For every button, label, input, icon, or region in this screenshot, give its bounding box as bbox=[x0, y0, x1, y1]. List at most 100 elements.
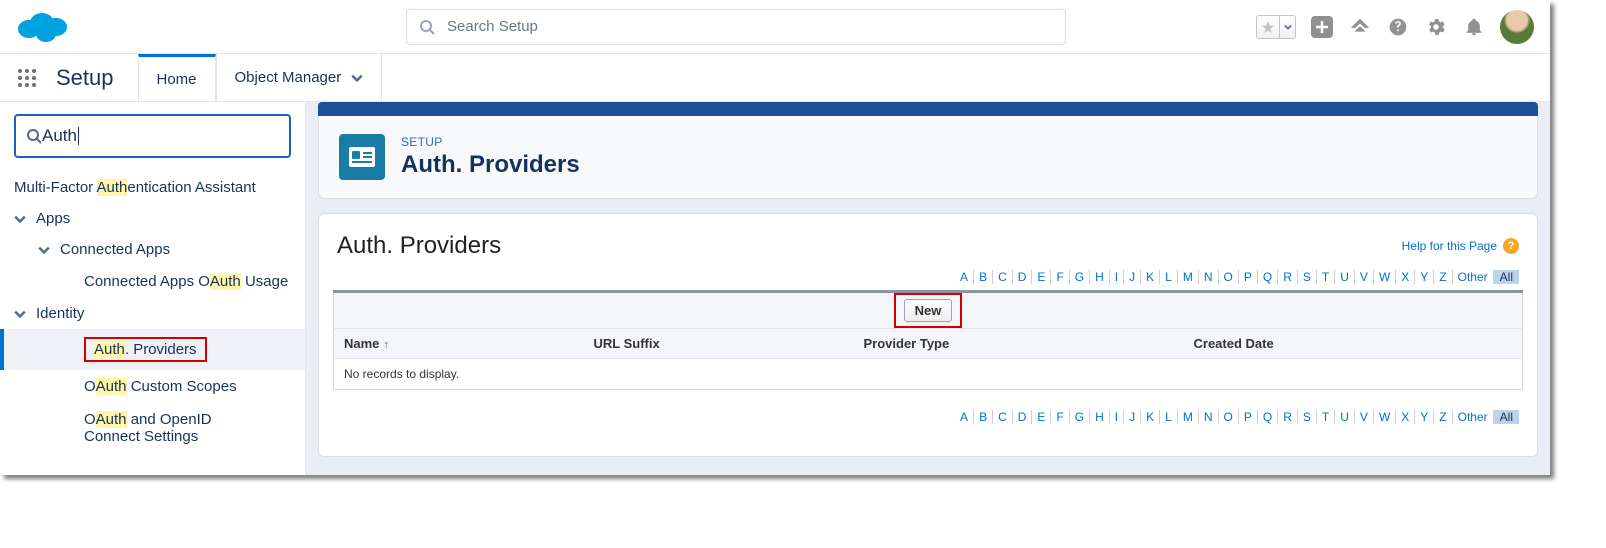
app-launcher-icon[interactable] bbox=[12, 54, 42, 101]
alpha-filter-y[interactable]: Y bbox=[1415, 410, 1434, 424]
tab-home[interactable]: Home bbox=[138, 54, 216, 101]
alpha-filter-g[interactable]: G bbox=[1070, 410, 1090, 424]
column-header-provider-type[interactable]: Provider Type bbox=[854, 329, 1184, 359]
chevron-down-icon bbox=[1284, 23, 1292, 31]
alpha-filter-z[interactable]: Z bbox=[1434, 270, 1452, 284]
alpha-filter-u[interactable]: U bbox=[1335, 410, 1355, 424]
alpha-filter-l[interactable]: L bbox=[1160, 410, 1178, 424]
sidebar-group-identity[interactable]: Identity bbox=[0, 298, 305, 329]
alpha-filter-d[interactable]: D bbox=[1013, 270, 1033, 284]
tab-object-manager[interactable]: Object Manager bbox=[216, 54, 383, 101]
column-header-url-suffix[interactable]: URL Suffix bbox=[584, 329, 854, 359]
alpha-filter-e[interactable]: E bbox=[1032, 270, 1051, 284]
alpha-filter-l[interactable]: L bbox=[1160, 270, 1178, 284]
alpha-filter-s[interactable]: S bbox=[1298, 410, 1317, 424]
alpha-filter-p[interactable]: P bbox=[1239, 410, 1258, 424]
salesforce-logo bbox=[16, 9, 68, 45]
alpha-filter-c[interactable]: C bbox=[993, 410, 1013, 424]
alpha-filter-q[interactable]: Q bbox=[1258, 410, 1278, 424]
alpha-filter-z[interactable]: Z bbox=[1434, 410, 1452, 424]
setup-tree: Auth Multi-Factor Authentication Assista… bbox=[0, 102, 306, 475]
alpha-filter-v[interactable]: V bbox=[1355, 270, 1374, 284]
help-icon[interactable] bbox=[1386, 15, 1410, 39]
alpha-filter-x[interactable]: X bbox=[1396, 270, 1415, 284]
alpha-filter-e[interactable]: E bbox=[1032, 410, 1051, 424]
chevron-down-icon bbox=[351, 72, 363, 84]
global-search[interactable] bbox=[406, 9, 1066, 45]
alpha-filter-i[interactable]: I bbox=[1110, 270, 1124, 284]
list-view: Auth. Providers Help for this Page ? ABC… bbox=[318, 213, 1538, 457]
alpha-filter-d[interactable]: D bbox=[1013, 410, 1033, 424]
column-header-name[interactable]: Name↑ bbox=[334, 329, 584, 359]
app-name: Setup bbox=[42, 54, 138, 101]
alpha-filter-q[interactable]: Q bbox=[1258, 270, 1278, 284]
main-content: SETUP Auth. Providers Auth. Providers He… bbox=[306, 102, 1550, 475]
alpha-filter-o[interactable]: O bbox=[1219, 410, 1239, 424]
alpha-filter-j[interactable]: J bbox=[1124, 270, 1141, 284]
header-actions bbox=[1256, 10, 1534, 44]
sidebar-group-apps[interactable]: Apps bbox=[0, 203, 305, 234]
alpha-filter-all[interactable]: All bbox=[1494, 410, 1519, 424]
breadcrumb: SETUP bbox=[401, 135, 580, 149]
id-card-icon bbox=[339, 134, 385, 180]
salesforce-help-icon[interactable] bbox=[1348, 15, 1372, 39]
alpha-filter-g[interactable]: G bbox=[1070, 270, 1090, 284]
favorites-menu[interactable] bbox=[1256, 15, 1296, 39]
alpha-filter-t[interactable]: T bbox=[1317, 270, 1335, 284]
user-avatar[interactable] bbox=[1500, 10, 1534, 44]
text-caret bbox=[78, 127, 79, 145]
alpha-filter-r[interactable]: R bbox=[1278, 410, 1298, 424]
alpha-filter-other[interactable]: Other bbox=[1453, 270, 1494, 284]
global-header bbox=[0, 0, 1550, 54]
alpha-filter-w[interactable]: W bbox=[1374, 410, 1396, 424]
alpha-filter-a[interactable]: A bbox=[955, 410, 974, 424]
alpha-filter-w[interactable]: W bbox=[1374, 270, 1396, 284]
alpha-filter-m[interactable]: M bbox=[1178, 410, 1199, 424]
alpha-filter-c[interactable]: C bbox=[993, 270, 1013, 284]
list-title: Auth. Providers bbox=[337, 232, 501, 260]
alpha-filter-m[interactable]: M bbox=[1178, 270, 1199, 284]
search-icon bbox=[419, 19, 435, 35]
sidebar-item-auth-providers[interactable]: Auth. Providers bbox=[0, 329, 305, 370]
alpha-filter-n[interactable]: N bbox=[1199, 410, 1219, 424]
alpha-filter-u[interactable]: U bbox=[1335, 270, 1355, 284]
global-search-input[interactable] bbox=[447, 18, 1053, 35]
header-pattern bbox=[318, 102, 1538, 116]
alpha-filter-o[interactable]: O bbox=[1219, 270, 1239, 284]
alpha-filter-x[interactable]: X bbox=[1396, 410, 1415, 424]
new-button[interactable]: New bbox=[904, 299, 953, 322]
sidebar-group-connected-apps[interactable]: Connected Apps bbox=[0, 234, 305, 265]
alpha-filter-h[interactable]: H bbox=[1090, 270, 1110, 284]
sidebar-item-mfa-assistant[interactable]: Multi-Factor Authentication Assistant bbox=[0, 172, 305, 203]
alpha-filter-k[interactable]: K bbox=[1141, 410, 1160, 424]
alpha-filter-p[interactable]: P bbox=[1239, 270, 1258, 284]
alpha-filter-a[interactable]: A bbox=[955, 270, 974, 284]
settings-icon[interactable] bbox=[1424, 15, 1448, 39]
create-button[interactable] bbox=[1310, 15, 1334, 39]
alpha-filter-n[interactable]: N bbox=[1199, 270, 1219, 284]
column-header-created-date[interactable]: Created Date bbox=[1184, 329, 1523, 359]
alpha-filter-other[interactable]: Other bbox=[1453, 410, 1494, 424]
alpha-filter-s[interactable]: S bbox=[1298, 270, 1317, 284]
notifications-icon[interactable] bbox=[1462, 15, 1486, 39]
alpha-filter-y[interactable]: Y bbox=[1415, 270, 1434, 284]
help-for-page-link[interactable]: Help for this Page ? bbox=[1402, 238, 1519, 254]
alpha-filter-f[interactable]: F bbox=[1051, 270, 1069, 284]
alpha-filter-r[interactable]: R bbox=[1278, 270, 1298, 284]
alpha-filter-all[interactable]: All bbox=[1494, 270, 1519, 284]
quick-find-input[interactable]: Auth bbox=[14, 114, 291, 158]
alpha-filter-f[interactable]: F bbox=[1051, 410, 1069, 424]
sidebar-item-oauth-openid-settings[interactable]: OAuth and OpenID Connect Settings bbox=[0, 403, 305, 453]
alpha-filter-i[interactable]: I bbox=[1110, 410, 1124, 424]
alpha-filter-top: ABCDEFGHIJKLMNOPQRSTUVWXYZOtherAll bbox=[333, 264, 1523, 290]
sidebar-item-oauth-custom-scopes[interactable]: OAuth Custom Scopes bbox=[0, 370, 305, 403]
alpha-filter-v[interactable]: V bbox=[1355, 410, 1374, 424]
sidebar-item-connected-apps-oauth-usage[interactable]: Connected Apps OAuth Usage bbox=[0, 265, 305, 298]
alpha-filter-k[interactable]: K bbox=[1141, 270, 1160, 284]
alpha-filter-t[interactable]: T bbox=[1317, 410, 1335, 424]
empty-state: No records to display. bbox=[334, 359, 1523, 390]
alpha-filter-b[interactable]: B bbox=[974, 270, 993, 284]
alpha-filter-b[interactable]: B bbox=[974, 410, 993, 424]
alpha-filter-j[interactable]: J bbox=[1124, 410, 1141, 424]
alpha-filter-h[interactable]: H bbox=[1090, 410, 1110, 424]
